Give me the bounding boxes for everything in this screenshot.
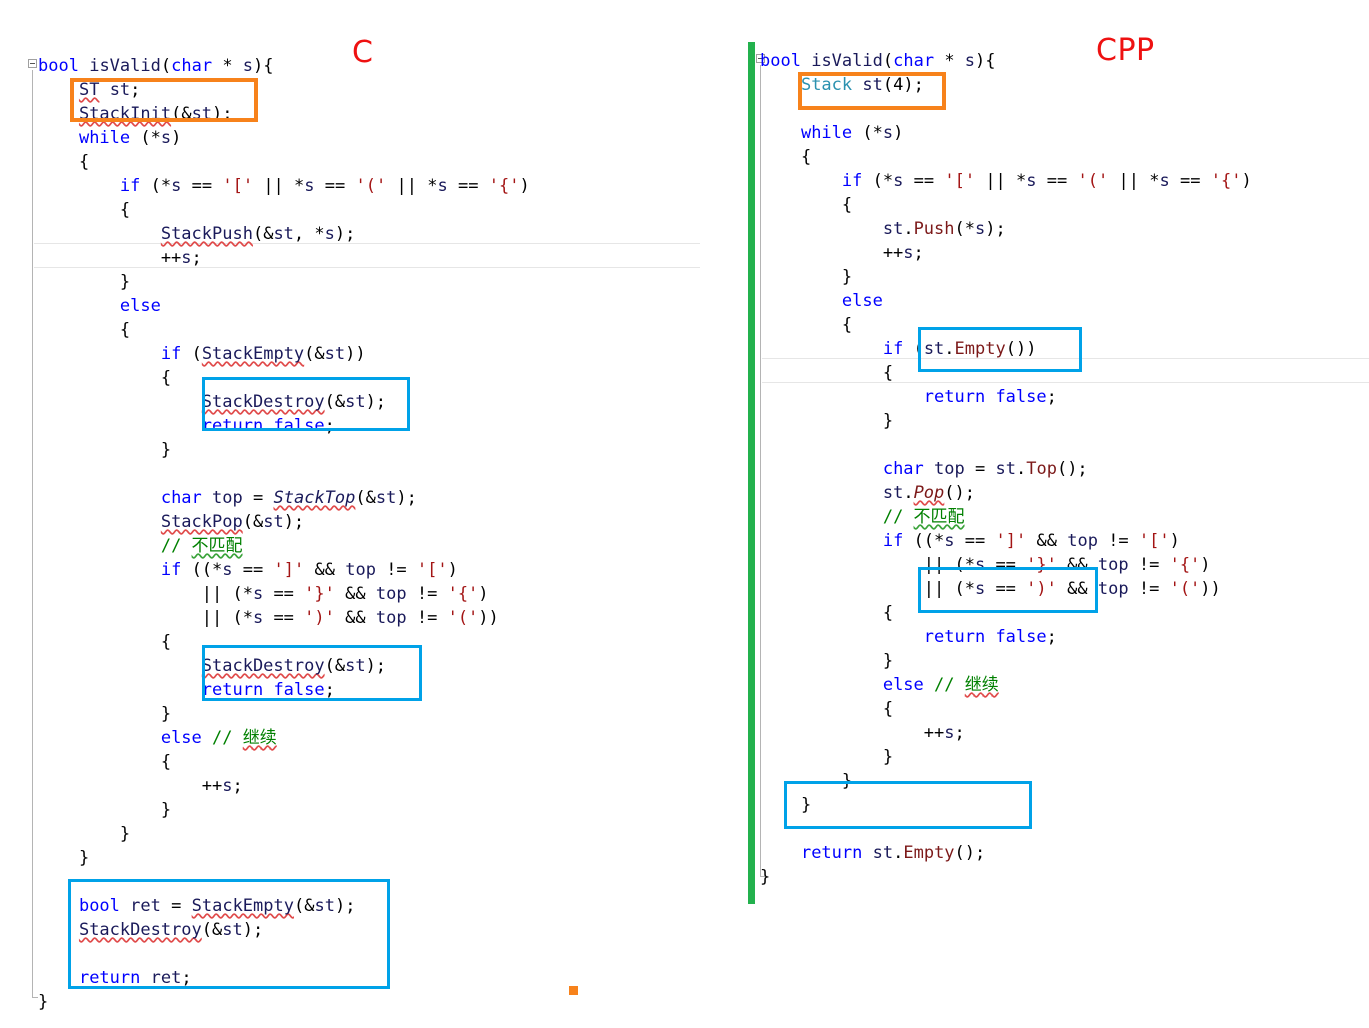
change-indicator-bar (748, 42, 755, 904)
collapse-toggle-icon-c[interactable] (28, 59, 37, 68)
orange-marker-dot (569, 986, 578, 995)
code-text-cpp[interactable]: bool isValid(char * s){ Stack st(4); whi… (760, 49, 1252, 889)
code-panel-cpp: CPP bool isValid(char * s){ Stack st(4);… (740, 0, 1369, 1028)
fold-guide-line-c (32, 70, 38, 998)
code-panel-c: C bool isValid(char * s){ ST st; StackIn… (0, 0, 700, 1028)
code-text-c[interactable]: bool isValid(char * s){ ST st; StackInit… (38, 54, 530, 1014)
